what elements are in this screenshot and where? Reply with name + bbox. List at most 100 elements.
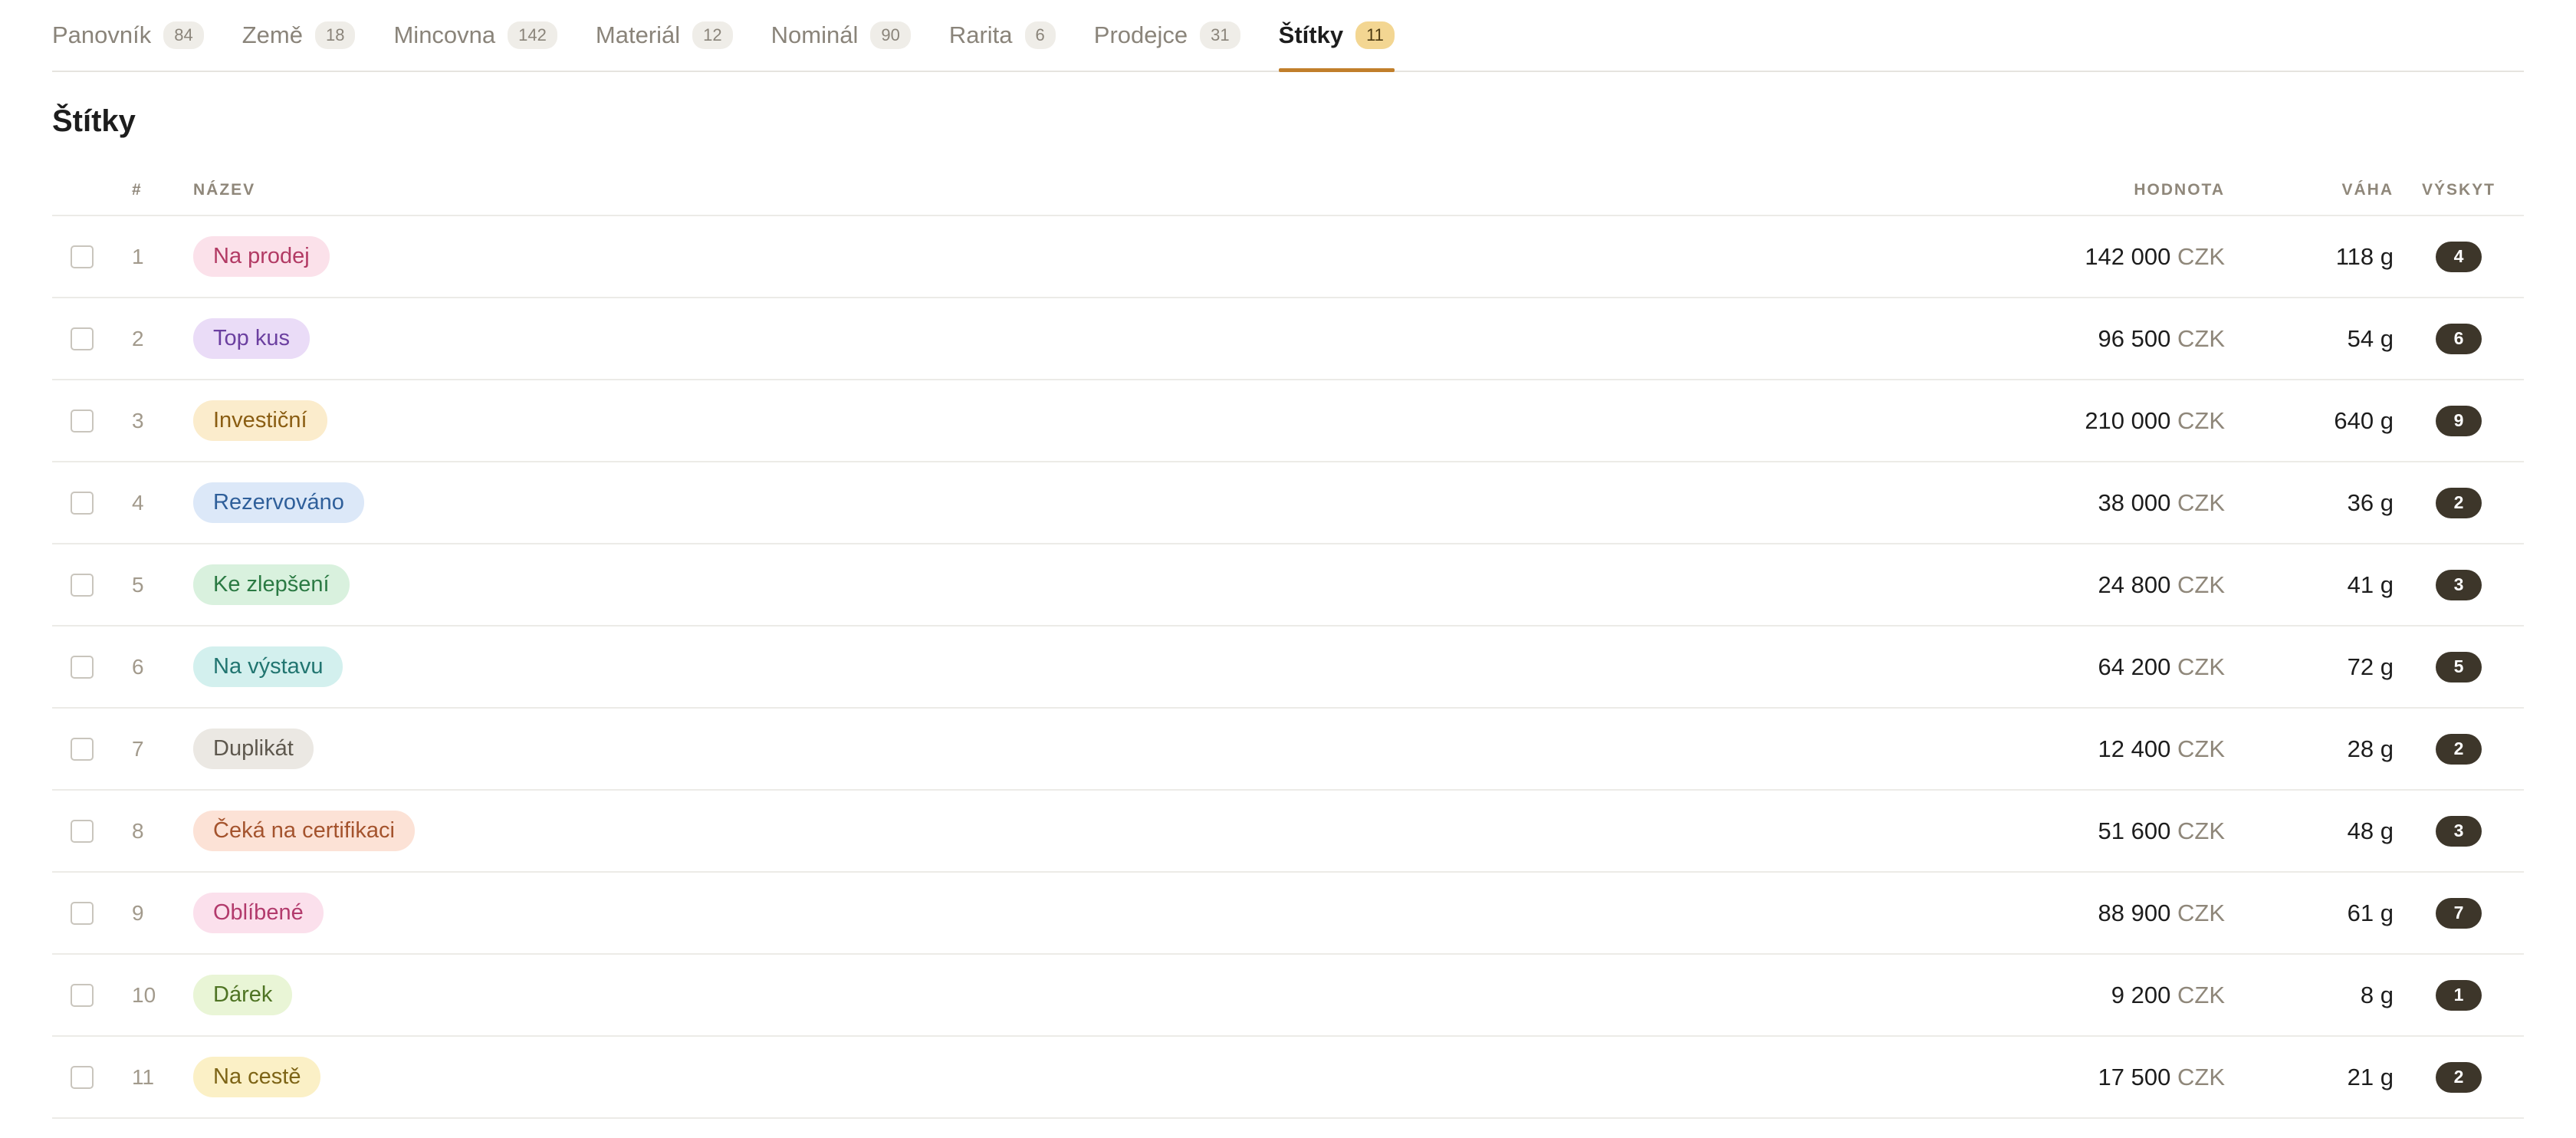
row-checkbox-cell bbox=[52, 819, 132, 843]
tab-5[interactable]: Rarita 6 bbox=[949, 0, 1056, 71]
row-number: 10 bbox=[132, 982, 156, 1007]
value-currency: CZK bbox=[2177, 653, 2225, 680]
tag-name-cell: Dárek bbox=[193, 975, 1903, 1015]
table-row[interactable]: 7 Duplikát 12 400 CZK 28 g 2 bbox=[52, 709, 2524, 791]
tab-1[interactable]: Země 18 bbox=[242, 0, 356, 71]
column-header-num: # bbox=[132, 181, 143, 199]
value-currency: CZK bbox=[2177, 406, 2225, 434]
table-row[interactable]: 1 Na prodej 142 000 CZK 118 g 4 bbox=[52, 216, 2524, 298]
value-cell: 38 000 CZK bbox=[1903, 489, 2225, 517]
row-checkbox[interactable] bbox=[71, 819, 94, 843]
tab-count-badge: 12 bbox=[692, 21, 733, 49]
tab-label: Panovník bbox=[52, 21, 152, 48]
tab-0[interactable]: Panovník 84 bbox=[52, 0, 204, 71]
column-header-weight[interactable]: VÁHA bbox=[2225, 181, 2394, 199]
row-number: 11 bbox=[132, 1064, 155, 1089]
row-number: 7 bbox=[132, 736, 144, 761]
tag-pill[interactable]: Duplikát bbox=[193, 729, 314, 769]
weight-cell: 72 g bbox=[2347, 653, 2394, 680]
tab-3[interactable]: Materiál 12 bbox=[596, 0, 733, 71]
row-checkbox[interactable] bbox=[71, 409, 94, 433]
value-cell: 12 400 CZK bbox=[1903, 735, 2225, 763]
weight-cell: 118 g bbox=[2335, 242, 2394, 270]
occurrence-badge: 2 bbox=[2436, 733, 2482, 765]
tag-pill[interactable]: Rezervováno bbox=[193, 482, 364, 523]
row-checkbox[interactable] bbox=[71, 327, 94, 350]
value-cell: 24 800 CZK bbox=[1903, 571, 2225, 599]
row-checkbox[interactable] bbox=[71, 901, 94, 925]
row-checkbox[interactable] bbox=[71, 983, 94, 1007]
tab-count-badge: 11 bbox=[1355, 21, 1395, 49]
table-row[interactable]: 10 Dárek 9 200 CZK 8 g 1 bbox=[52, 955, 2524, 1037]
tab-2[interactable]: Mincovna 142 bbox=[393, 0, 557, 71]
table-row[interactable]: 4 Rezervováno 38 000 CZK 36 g 2 bbox=[52, 462, 2524, 544]
table-row[interactable]: 2 Top kus 96 500 CZK 54 g 6 bbox=[52, 298, 2524, 380]
table-row[interactable]: 6 Na výstavu 64 200 CZK 72 g 5 bbox=[52, 627, 2524, 709]
value-cell: 51 600 CZK bbox=[1903, 817, 2225, 845]
weight-cell: 61 g bbox=[2347, 899, 2394, 926]
tag-name-cell: Na výstavu bbox=[193, 646, 1903, 687]
value-cell: 88 900 CZK bbox=[1903, 900, 2225, 927]
tag-pill[interactable]: Čeká na certifikaci bbox=[193, 811, 415, 851]
tab-count-badge: 142 bbox=[508, 21, 557, 49]
tab-6[interactable]: Prodejce 31 bbox=[1094, 0, 1240, 71]
value-amount: 17 500 bbox=[2098, 1063, 2171, 1090]
value-amount: 51 600 bbox=[2098, 817, 2171, 844]
row-checkbox[interactable] bbox=[71, 1065, 94, 1089]
tag-pill[interactable]: Na výstavu bbox=[193, 646, 343, 687]
tab-label: Prodejce bbox=[1093, 21, 1188, 48]
tag-pill[interactable]: Ke zlepšení bbox=[193, 564, 350, 605]
value-currency: CZK bbox=[2177, 981, 2225, 1008]
tab-4[interactable]: Nominál 90 bbox=[771, 0, 911, 71]
row-checkbox[interactable] bbox=[71, 655, 94, 679]
occurrence-cell: 6 bbox=[2394, 323, 2524, 354]
tag-pill[interactable]: Dárek bbox=[193, 975, 293, 1015]
tag-pill[interactable]: Investiční bbox=[193, 400, 327, 441]
row-checkbox-cell bbox=[52, 491, 132, 515]
row-checkbox[interactable] bbox=[71, 573, 94, 597]
tab-label: Materiál bbox=[595, 21, 681, 48]
value-amount: 210 000 bbox=[2085, 406, 2171, 434]
column-header-occurrence[interactable]: VÝSKYT bbox=[2394, 181, 2524, 199]
row-checkbox-cell bbox=[52, 573, 132, 597]
row-checkbox[interactable] bbox=[71, 491, 94, 515]
tab-label: Rarita bbox=[948, 21, 1013, 48]
value-currency: CZK bbox=[2177, 899, 2225, 926]
row-number: 2 bbox=[132, 326, 144, 350]
row-checkbox-cell bbox=[52, 983, 132, 1007]
tag-name-cell: Duplikát bbox=[193, 729, 1903, 769]
table-body: 1 Na prodej 142 000 CZK 118 g 4 2 Top kus 96 50… bbox=[52, 216, 2524, 1119]
value-amount: 142 000 bbox=[2085, 242, 2171, 270]
tab-count-badge: 6 bbox=[1024, 21, 1056, 49]
column-header-name[interactable]: NÁZEV bbox=[193, 181, 1903, 199]
tag-pill[interactable]: Oblíbené bbox=[193, 893, 324, 933]
table-row[interactable]: 5 Ke zlepšení 24 800 CZK 41 g 3 bbox=[52, 544, 2524, 627]
value-currency: CZK bbox=[2177, 1063, 2225, 1090]
table-row[interactable]: 11 Na cestě 17 500 CZK 21 g 2 bbox=[52, 1037, 2524, 1119]
table-row[interactable]: 8 Čeká na certifikaci 51 600 CZK 48 g 3 bbox=[52, 791, 2524, 873]
tag-name-cell: Top kus bbox=[193, 318, 1903, 359]
occurrence-cell: 1 bbox=[2394, 979, 2524, 1011]
weight-cell: 48 g bbox=[2347, 817, 2394, 844]
value-amount: 38 000 bbox=[2098, 488, 2171, 516]
row-checkbox[interactable] bbox=[71, 245, 94, 268]
tab-count-badge: 18 bbox=[315, 21, 356, 49]
tag-pill[interactable]: Top kus bbox=[193, 318, 310, 359]
tab-label: Štítky bbox=[1278, 21, 1344, 48]
tab-7[interactable]: Štítky 11 bbox=[1278, 0, 1395, 72]
occurrence-badge: 9 bbox=[2436, 405, 2482, 436]
tag-pill[interactable]: Na cestě bbox=[193, 1057, 321, 1097]
tag-name-cell: Čeká na certifikaci bbox=[193, 811, 1903, 851]
row-checkbox[interactable] bbox=[71, 737, 94, 761]
occurrence-cell: 3 bbox=[2394, 815, 2524, 847]
table-row[interactable]: 9 Oblíbené 88 900 CZK 61 g 7 bbox=[52, 873, 2524, 955]
weight-cell: 36 g bbox=[2347, 488, 2394, 516]
table-row[interactable]: 3 Investiční 210 000 CZK 640 g 9 bbox=[52, 380, 2524, 462]
tab-label: Mincovna bbox=[393, 21, 496, 48]
tag-name-cell: Oblíbené bbox=[193, 893, 1903, 933]
row-number: 8 bbox=[132, 818, 144, 843]
row-checkbox-cell bbox=[52, 327, 132, 350]
column-header-value[interactable]: HODNOTA bbox=[1903, 181, 2225, 199]
row-checkbox-cell bbox=[52, 737, 132, 761]
tag-pill[interactable]: Na prodej bbox=[193, 236, 330, 277]
